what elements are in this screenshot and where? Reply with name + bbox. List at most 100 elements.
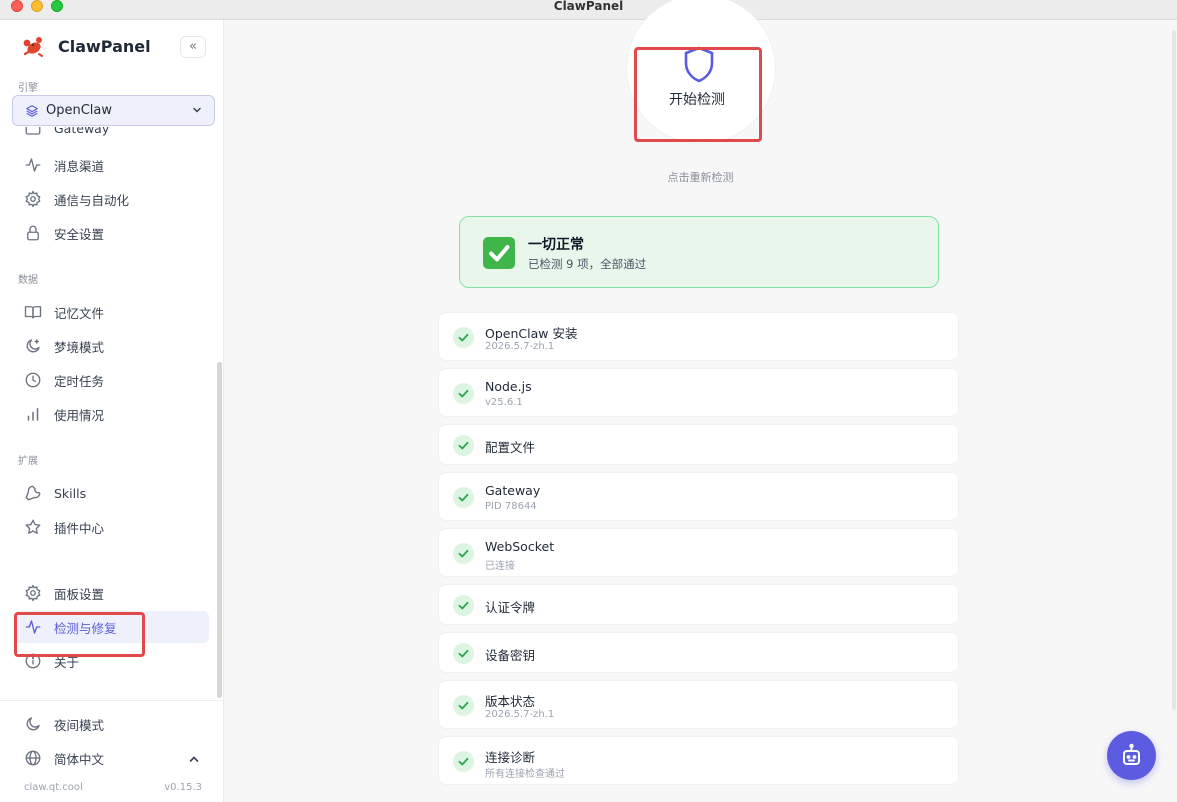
sidebar-item-about[interactable]: 关于 [14,645,209,677]
check-detail: v25.6.1 [485,397,523,408]
gear-icon [25,190,41,208]
summary-banner: 一切正常 已检测 9 项，全部通过 [459,216,939,288]
check-ok-icon [453,435,474,456]
sidebar-item-label: 安全设置 [54,226,105,242]
check-detail: PID 78644 [485,501,537,512]
summary-subtitle: 已检测 9 项，全部通过 [528,257,647,271]
data-section-label: 数据 [18,275,38,286]
server-icon [25,127,41,135]
scan-hint[interactable]: 点击重新检测 [224,169,1177,185]
sidebar-item-label: 梦境模式 [54,339,105,355]
sidebar-item-dream-mode[interactable]: 梦境模式 [14,330,209,362]
chevron-down-icon [193,107,201,113]
check-detail: 2026.5.7-zh.1 [485,709,555,720]
sidebar-item-automation[interactable]: 通信与自动化 [14,183,209,215]
lobster-logo-icon [23,37,43,57]
star-icon [25,519,41,534]
moon-icon [26,717,40,731]
sidebar-item-memory[interactable]: 记忆文件 [14,296,209,328]
check-ok-icon [453,487,474,508]
sidebar-divider [0,700,223,701]
check-item-config: 配置文件 [438,424,959,465]
moon-icon [26,339,40,353]
main-scrollbar[interactable] [1172,30,1176,710]
check-ok-icon [453,595,474,616]
check-item-nodejs: Node.js v25.6.1 [438,368,959,417]
sidebar-item-skills[interactable]: Skills [14,477,209,509]
night-mode-label: 夜间模式 [54,717,105,733]
sidebar-item-label: Skills [54,485,87,501]
summary-title: 一切正常 [528,237,584,253]
globe-icon [25,750,41,766]
sidebar-item-label: Gateway [54,127,110,136]
check-item-version: 版本状态 2026.5.7-zh.1 [438,680,959,729]
check-item-device-key: 设备密钥 [438,632,959,673]
sidebar-item-security[interactable]: 安全设置 [14,217,209,249]
start-scan-button[interactable]: 开始检测 [634,66,760,132]
main-content: 开始检测 点击重新检测 一切正常 已检测 9 项，全部通过 OpenClaw 安… [224,0,1177,802]
activity-icon [25,620,41,634]
sidebar-item-diagnostics[interactable]: 检测与修复 [14,611,209,643]
sidebar-item-label: 消息渠道 [54,158,105,174]
sidebar-item-plugins[interactable]: 插件中心 [14,511,209,543]
check-name: WebSocket [485,539,555,554]
check-name: 认证令牌 [485,600,536,615]
check-name: Node.js [485,379,532,394]
engine-select[interactable]: OpenClaw [12,95,215,126]
brand-name: ClawPanel [58,36,151,56]
chevron-up-icon[interactable] [188,753,200,765]
check-name: 版本状态 [485,694,536,709]
check-item-connection: 连接诊断 所有连接检查通过 [438,736,959,785]
language-label: 简体中文 [54,751,105,767]
sidebar-item-scheduled-tasks[interactable]: 定时任务 [14,364,209,396]
check-item-openclaw: OpenClaw 安装 2026.5.7-zh.1 [438,312,959,361]
lock-icon [27,225,39,241]
check-ok-icon [453,383,474,404]
sidebar-item-label: 定时任务 [54,373,105,389]
collapse-sidebar-button[interactable]: « [180,36,206,58]
sidebar-item-label: 通信与自动化 [54,192,130,208]
gear-icon [25,584,41,602]
sidebar-item-label: 面板设置 [54,586,105,602]
language-switcher[interactable]: 简体中文 [14,742,209,774]
check-ok-icon [453,695,474,716]
sidebar-scrollbar[interactable] [217,362,222,698]
check-detail: 2026.5.7-zh.1 [485,341,555,352]
sidebar-item-channels[interactable]: 消息渠道 [14,149,209,181]
check-item-auth-token: 认证令牌 [438,584,959,625]
night-mode-toggle[interactable]: 夜间模式 [14,708,209,740]
check-item-websocket: WebSocket 已连接 [438,528,959,577]
check-ok-icon [453,543,474,564]
sidebar-item-label: 记忆文件 [54,305,105,321]
book-icon [24,306,42,319]
robot-icon [1123,743,1140,765]
check-ok-icon [453,327,474,348]
wrench-icon [25,485,41,501]
clock-icon [25,372,41,388]
check-name: Gateway [485,483,541,498]
bar-chart-icon [27,408,39,421]
window-titlebar: ClawPanel [0,0,1177,20]
sidebar-item-gateway[interactable]: Gateway [14,127,209,141]
check-name: 设备密钥 [485,648,536,663]
sidebar-item-label: 检测与修复 [54,620,117,636]
engine-section-label: 引擎 [18,83,38,94]
activity-icon [25,158,41,172]
check-name: 连接诊断 [485,750,536,765]
window-title: ClawPanel [553,0,624,13]
check-ok-icon [453,643,474,664]
engine-select-value: OpenClaw [46,103,113,118]
sidebar-item-usage[interactable]: 使用情况 [14,398,209,430]
check-item-gateway: Gateway PID 78644 [438,472,959,521]
assistant-bot-button[interactable] [1107,731,1156,780]
layers-icon [26,104,38,117]
brand: ClawPanel [20,34,151,58]
sidebar-item-panel-settings[interactable]: 面板设置 [14,577,209,609]
footer-site[interactable]: claw.qt.cool [24,782,83,793]
check-name: OpenClaw 安装 [485,326,578,341]
sidebar-item-label: 关于 [54,654,80,670]
sidebar-item-label: 使用情况 [54,407,105,423]
check-detail: 已连接 [485,561,515,572]
check-detail: 所有连接检查通过 [485,769,565,780]
check-ok-icon [453,751,474,772]
